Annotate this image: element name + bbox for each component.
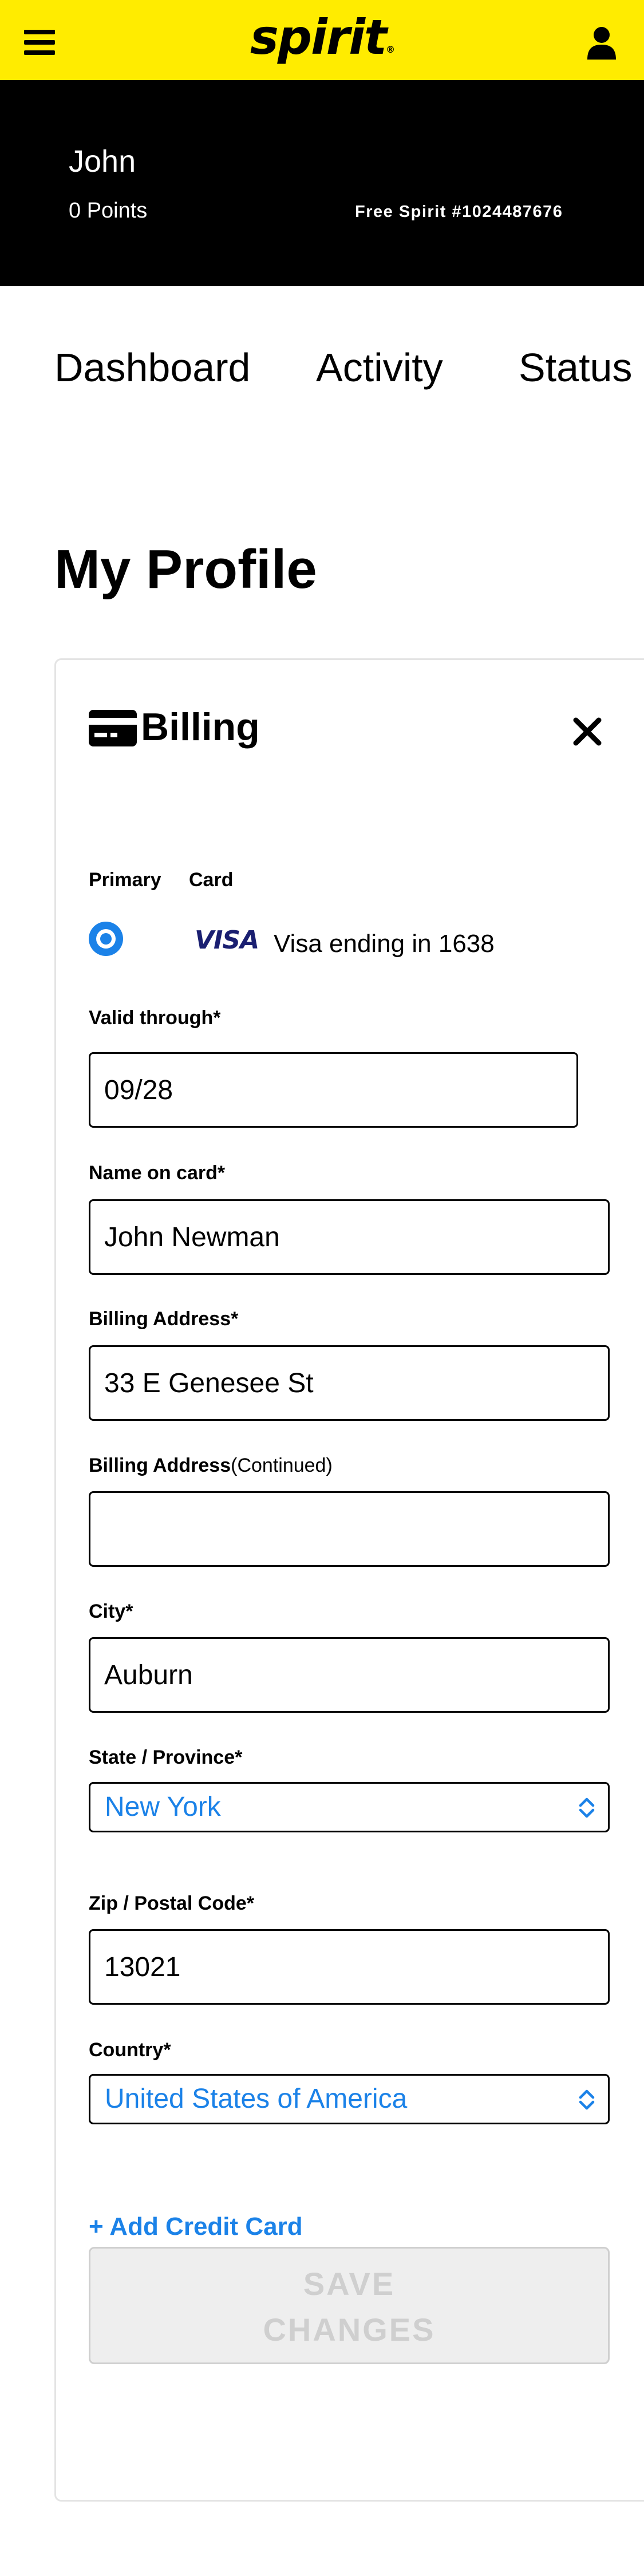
billing-address-continued-input[interactable] <box>89 1491 610 1567</box>
page-title: My Profile <box>54 539 317 600</box>
valid-through-label: Valid through* <box>89 1007 221 1029</box>
billing-address-label: Billing Address* <box>89 1308 239 1330</box>
primary-column-label: Primary <box>89 869 161 891</box>
country-label: Country* <box>89 2039 171 2061</box>
logo-mark: ® <box>386 44 395 55</box>
billing-address-input[interactable] <box>89 1345 610 1421</box>
top-header: spirit® <box>0 0 644 80</box>
tab-dashboard[interactable]: Dashboard <box>54 343 250 392</box>
select-chevron-icon <box>579 1797 595 1818</box>
state-select[interactable]: New York <box>89 1782 610 1832</box>
billing-address-continued-label: Billing Address(Continued) <box>89 1451 333 1480</box>
user-icon[interactable] <box>586 26 617 60</box>
name-on-card-input[interactable] <box>89 1199 610 1275</box>
name-on-card-label: Name on card* <box>89 1162 226 1184</box>
card-ending-text: Visa ending in 1638 <box>274 930 495 958</box>
tab-status[interactable]: Status <box>519 343 632 392</box>
state-label: State / Province* <box>89 1747 243 1768</box>
member-summary: John 0 Points Free Spirit #1024487676 <box>0 80 644 286</box>
close-icon[interactable] <box>572 717 602 746</box>
tab-activity[interactable]: Activity <box>316 343 443 392</box>
spirit-logo[interactable]: spirit® <box>0 6 644 69</box>
logo-text: spirit <box>250 9 387 65</box>
country-select-value: United States of America <box>105 2084 408 2114</box>
member-points: 0 Points <box>69 199 148 223</box>
select-chevron-icon <box>579 2089 595 2110</box>
save-button-line-2: CHANGES <box>263 2312 436 2348</box>
billing-address-continued-label-main: Billing Address <box>89 1455 231 1476</box>
save-changes-button[interactable]: SAVE CHANGES <box>89 2247 610 2364</box>
country-select[interactable]: United States of America <box>89 2074 610 2124</box>
primary-card-radio[interactable] <box>89 922 123 956</box>
city-input[interactable] <box>89 1637 610 1713</box>
zip-input[interactable] <box>89 1929 610 2005</box>
visa-logo: VISA <box>195 926 259 955</box>
valid-through-input[interactable] <box>89 1052 578 1128</box>
add-credit-card-link[interactable]: + Add Credit Card <box>89 2210 303 2244</box>
city-label: City* <box>89 1601 133 1622</box>
save-button-line-1: SAVE <box>303 2266 396 2302</box>
state-select-value: New York <box>105 1792 221 1822</box>
card-column-label: Card <box>189 869 234 891</box>
profile-tabs: Dashboard Activity Status <box>0 286 644 447</box>
billing-title: Billing <box>141 705 260 749</box>
zip-label: Zip / Postal Code* <box>89 1893 255 1914</box>
free-spirit-number: Free Spirit #1024487676 <box>355 203 563 221</box>
credit-card-icon <box>89 710 137 746</box>
member-name: John <box>69 144 136 179</box>
billing-address-continued-label-suffix: (Continued) <box>231 1455 333 1476</box>
